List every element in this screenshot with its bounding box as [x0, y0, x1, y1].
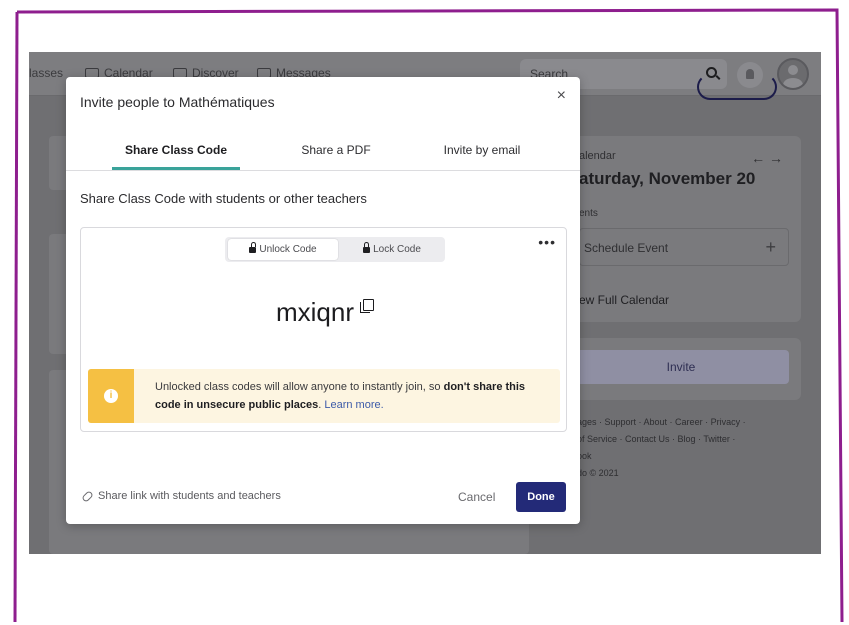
active-tab-indicator	[112, 167, 240, 170]
alert-icon-bar: i	[88, 369, 134, 423]
calendar-nav-arrows-icon[interactable]: ← →	[751, 150, 783, 166]
more-options-icon[interactable]: •••	[538, 234, 556, 250]
unlock-icon	[249, 242, 257, 253]
lock-code-label: Lock Code	[373, 244, 421, 255]
calendar-label: alendar	[579, 150, 616, 162]
avatar[interactable]	[777, 58, 809, 90]
modal-subtitle: Share Class Code with students or other …	[80, 191, 367, 206]
footer-line-2[interactable]: of Service · Contact Us · Blog · Twitter…	[577, 431, 797, 448]
footer-copyright: do © 2021	[577, 468, 619, 478]
calendar-date: aturday, November 20	[579, 169, 756, 188]
tab-share-class-code[interactable]: Share Class Code	[112, 143, 240, 157]
footer-line-3[interactable]: ook	[577, 448, 797, 465]
lock-icon	[363, 242, 371, 253]
share-link-button[interactable]: Share link with students and teachers	[81, 490, 281, 503]
invite-button[interactable]: Invite	[573, 350, 789, 384]
warning-alert: i Unlocked class codes will allow anyone…	[88, 369, 560, 423]
class-code: mxiqnr	[275, 297, 354, 327]
alert-message: Unlocked class codes will allow anyone t…	[155, 378, 550, 414]
unlock-code-label: Unlock Code	[259, 244, 317, 255]
top-action-pill[interactable]	[697, 74, 777, 100]
tab-share-pdf[interactable]: Share a PDF	[276, 143, 396, 157]
footer-line-1[interactable]: ages · Support · About · Career · Privac…	[577, 414, 797, 431]
events-label: ents	[579, 208, 598, 219]
modal-tabs: Share Class Code Share a PDF Invite by e…	[66, 137, 580, 171]
link-icon	[81, 490, 94, 503]
close-icon[interactable]: ×	[557, 87, 566, 105]
invite-modal: Invite people to Mathématiques × Share C…	[66, 77, 580, 524]
plus-icon: +	[765, 237, 776, 257]
footer-links: ages · Support · About · Career · Privac…	[577, 414, 797, 482]
modal-title: Invite people to Mathématiques	[80, 94, 275, 110]
class-code-card: Unlock Code Lock Code ••• mxiqnr i Unloc…	[80, 227, 567, 432]
info-icon: i	[104, 389, 118, 403]
cancel-button[interactable]: Cancel	[458, 490, 495, 504]
invite-panel: Invite	[549, 338, 801, 400]
lock-toggle: Unlock Code Lock Code	[225, 237, 445, 262]
alert-text-start: Unlocked class codes will allow anyone t…	[155, 381, 444, 393]
copy-icon[interactable]	[360, 299, 374, 313]
learn-more-link[interactable]: Learn more.	[324, 399, 383, 411]
lock-code-button[interactable]: Lock Code	[342, 239, 442, 260]
share-link-label: Share link with students and teachers	[98, 490, 281, 502]
class-code-display: mxiqnr	[81, 297, 568, 328]
nav-classes[interactable]: lasses	[29, 66, 63, 80]
tab-invite-by-email[interactable]: Invite by email	[422, 143, 542, 157]
calendar-panel: alendar ← → aturday, November 20 ents Sc…	[549, 136, 801, 322]
unlock-code-button[interactable]: Unlock Code	[228, 239, 338, 260]
schedule-event-button[interactable]: Schedule Event +	[579, 228, 789, 266]
view-full-calendar-link[interactable]: ew Full Calendar	[579, 293, 669, 307]
schedule-event-label: Schedule Event	[584, 241, 669, 255]
done-button[interactable]: Done	[516, 482, 566, 512]
